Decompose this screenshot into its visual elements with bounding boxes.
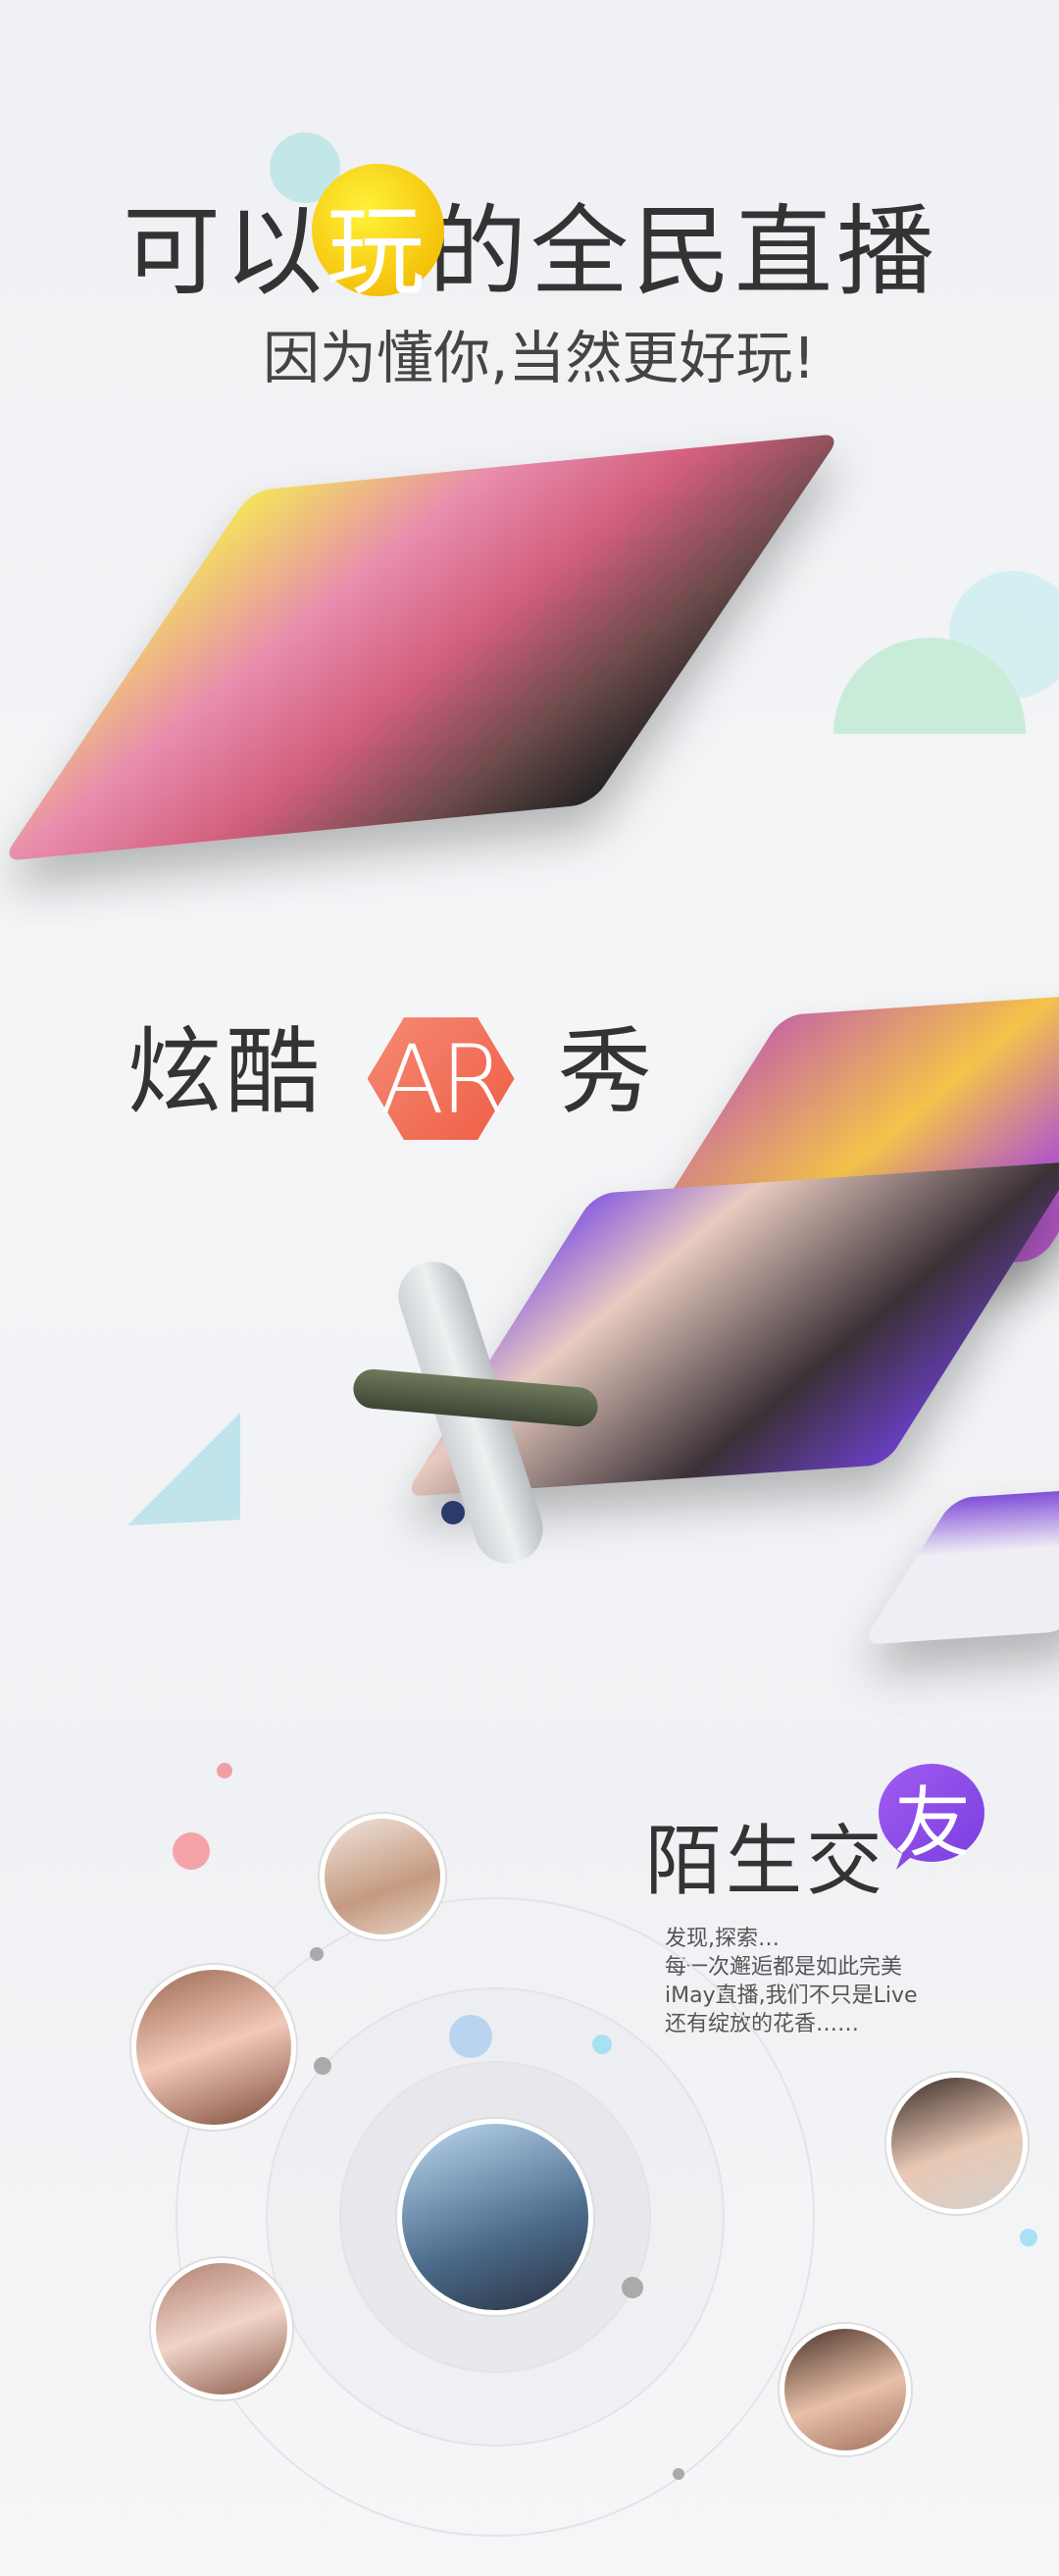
title-part: 秀	[558, 1017, 657, 1127]
decor-cyan-triangle	[127, 1413, 240, 1525]
decor-pink-dot	[217, 1763, 232, 1778]
airplane-model	[343, 1253, 608, 1579]
description-line: 发现,探索…	[665, 1927, 780, 1951]
decor-blue-dot	[592, 2035, 612, 2054]
orbit-dot	[673, 2468, 684, 2480]
friends-title: 陌生交	[645, 1818, 887, 1906]
ar-text: AR	[379, 1025, 505, 1136]
highlight-text: 玩	[327, 194, 429, 309]
friend-char: 友	[894, 1779, 972, 1868]
user-avatar[interactable]	[131, 1965, 296, 2130]
title-highlight: 玩	[312, 164, 444, 314]
orbit-dot	[314, 2057, 331, 2075]
orbit-dot	[310, 1947, 324, 1961]
hero-title: 可以 玩的全民直播	[123, 164, 938, 314]
user-avatar[interactable]	[780, 2324, 911, 2455]
ar-title: 炫酷 AR 秀	[127, 996, 657, 1141]
ar-badge: AR	[367, 1017, 515, 1141]
title-part: 的全民直播	[429, 194, 938, 309]
decor-blue-dot	[1020, 2229, 1037, 2246]
user-avatar[interactable]	[886, 2073, 1028, 2214]
orbit-dot	[622, 2277, 643, 2298]
decor-pink-dot	[173, 1832, 210, 1870]
user-avatar[interactable]	[320, 1814, 445, 1939]
hero-subtitle: 因为懂你,当然更好玩!	[263, 325, 816, 391]
ar-phone-screenshot-small	[861, 1484, 1059, 1645]
center-avatar[interactable]	[397, 2119, 593, 2315]
live-stream-phone-screenshot	[0, 433, 843, 862]
chat-bubble-icon: 友	[879, 1764, 984, 1870]
title-part: 可以	[123, 194, 327, 309]
decor-blue-dot	[449, 2015, 492, 2058]
user-avatar[interactable]	[151, 2258, 292, 2399]
title-part: 炫酷	[127, 1017, 324, 1127]
